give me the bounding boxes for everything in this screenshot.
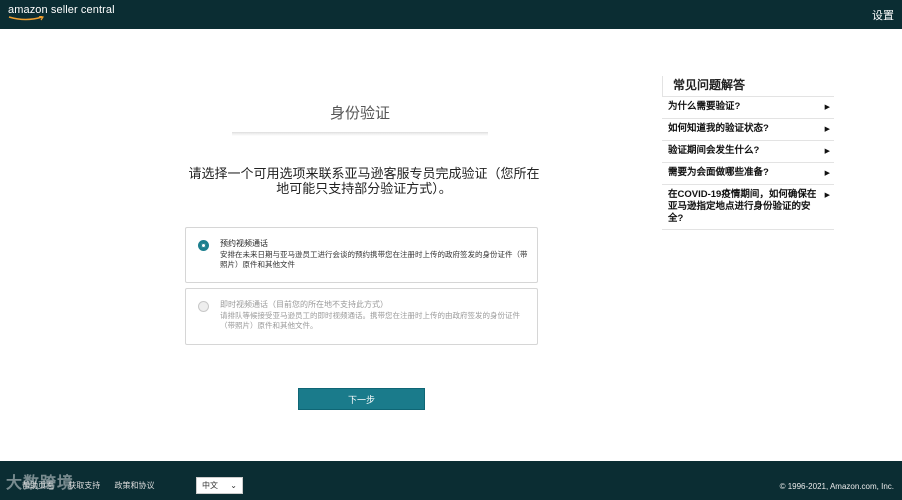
faq-item-label: 在COVID-19疫情期间，如何确保在亚马逊指定地点进行身份验证的安全? bbox=[668, 189, 817, 224]
next-button[interactable]: 下一步 bbox=[298, 388, 425, 410]
triangle-right-icon: ▶ bbox=[824, 148, 830, 155]
option-instant-video-call: 即时视频通话（目前您的所在地不支持此方式） 请排队等候接受亚马逊员工的即时视频通… bbox=[185, 288, 538, 345]
faq-item-label: 验证期间会发生什么? bbox=[668, 145, 760, 156]
footer-link-support[interactable]: 获取支持 bbox=[68, 481, 100, 490]
faq-item-label: 如何知道我的验证状态? bbox=[668, 123, 769, 134]
radio-disabled-icon bbox=[198, 301, 209, 312]
faq-item[interactable]: 如何知道我的验证状态? ▶ bbox=[662, 118, 834, 140]
footer-links: 帮助页面 获取支持 政策和协议 bbox=[22, 480, 166, 491]
option-description: 请排队等候接受亚马逊员工的即时视频通话。携带您在注册时上传的由政府签发的身份证件… bbox=[220, 311, 520, 330]
faq-item[interactable]: 需要为会面做哪些准备? ▶ bbox=[662, 162, 834, 184]
footer-link-help[interactable]: 帮助页面 bbox=[22, 481, 54, 490]
option-title: 即时视频通话（目前您的所在地不支持此方式） bbox=[220, 300, 388, 309]
faq-panel: 常见问题解答 为什么需要验证? ▶ 如何知道我的验证状态? ▶ 验证期间会发生什… bbox=[662, 76, 834, 230]
faq-heading: 常见问题解答 bbox=[662, 76, 834, 96]
language-select[interactable]: 中文 ⌄ bbox=[196, 477, 243, 494]
footer-link-policies[interactable]: 政策和协议 bbox=[114, 481, 154, 490]
amazon-seller-central-logo[interactable]: amazon seller central bbox=[8, 4, 115, 21]
language-select-value: 中文 bbox=[202, 481, 218, 490]
chevron-down-icon: ⌄ bbox=[230, 481, 237, 490]
triangle-right-icon: ▶ bbox=[824, 126, 830, 133]
triangle-right-icon: ▶ bbox=[824, 192, 830, 199]
faq-item[interactable]: 验证期间会发生什么? ▶ bbox=[662, 140, 834, 162]
footer-bar: 大数跨境 帮助页面 获取支持 政策和协议 中文 ⌄ © 1996-2021, A… bbox=[0, 461, 902, 500]
settings-link[interactable]: 设置 bbox=[872, 7, 894, 23]
option-description: 安排在未来日期与亚马逊员工进行会谈的预约携带您在注册时上传的政府签发的身份证件（… bbox=[220, 250, 528, 269]
page-title: 身份验证 bbox=[329, 105, 390, 122]
copyright-text: © 1996-2021, Amazon.com, Inc. bbox=[779, 482, 894, 491]
triangle-right-icon: ▶ bbox=[824, 104, 830, 111]
title-divider bbox=[232, 132, 488, 136]
amazon-smile-icon bbox=[8, 16, 44, 21]
option-scheduled-video-call[interactable]: 预约视频通话 安排在未来日期与亚马逊员工进行会谈的预约携带您在注册时上传的政府签… bbox=[185, 227, 538, 283]
top-nav-bar: amazon seller central 设置 bbox=[0, 0, 902, 29]
instructions-text: 请选择一个可用选项来联系亚马逊客服专员完成验证（您所在地可能只支持部分验证方式）… bbox=[188, 166, 540, 196]
radio-selected-icon[interactable] bbox=[198, 240, 209, 251]
faq-item-label: 为什么需要验证? bbox=[668, 101, 741, 112]
faq-item[interactable]: 为什么需要验证? ▶ bbox=[662, 96, 834, 118]
faq-item[interactable]: 在COVID-19疫情期间，如何确保在亚马逊指定地点进行身份验证的安全? ▶ bbox=[662, 184, 834, 230]
logo-text: amazon seller central bbox=[8, 4, 115, 16]
faq-item-label: 需要为会面做哪些准备? bbox=[668, 167, 769, 178]
option-title: 预约视频通话 bbox=[220, 239, 268, 248]
triangle-right-icon: ▶ bbox=[824, 170, 830, 177]
